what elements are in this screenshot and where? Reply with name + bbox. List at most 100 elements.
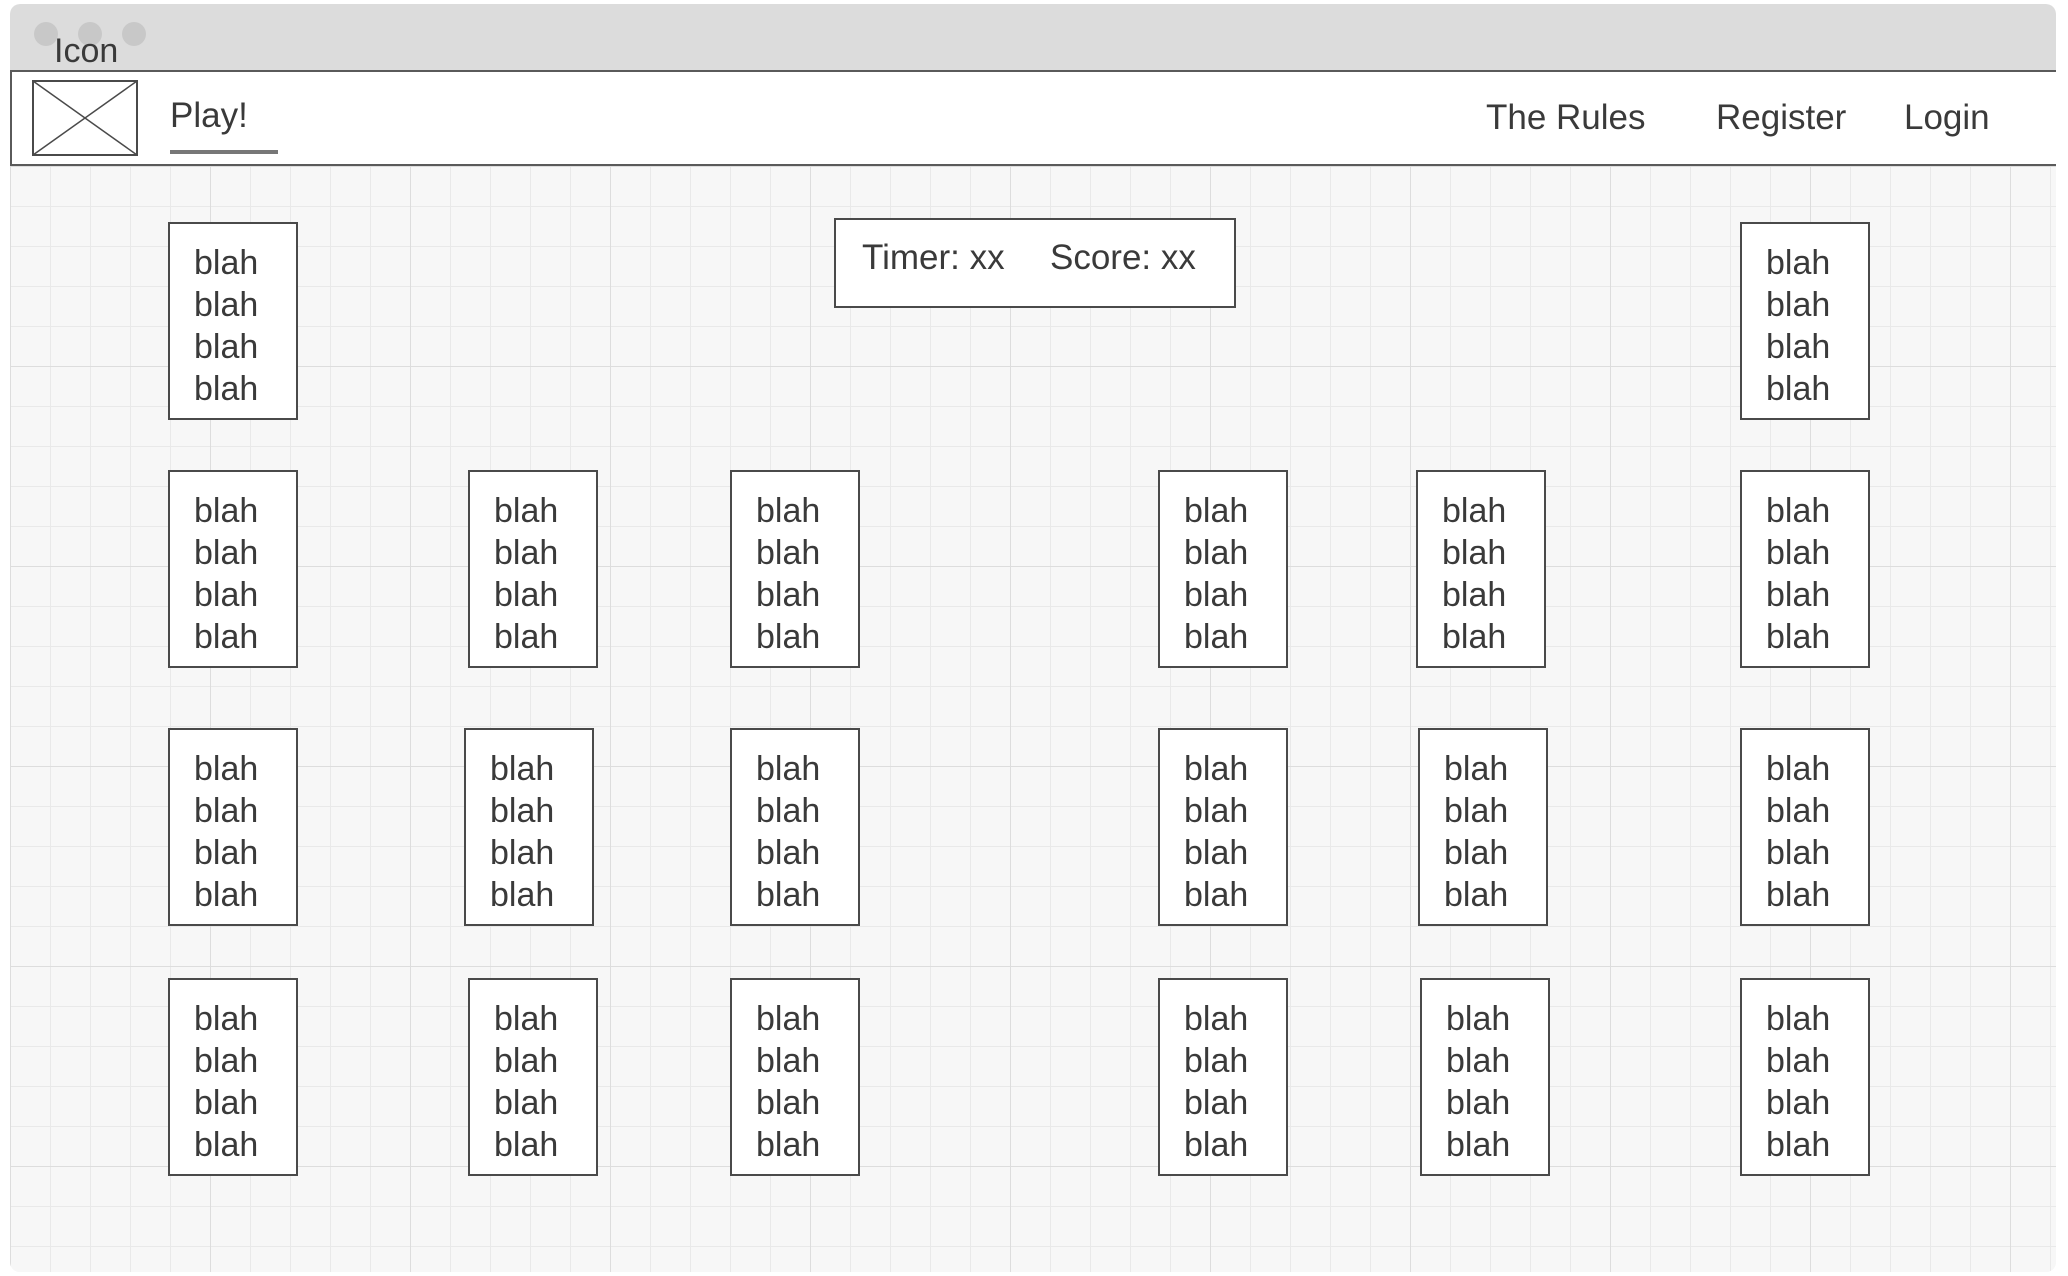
- card-text-line: blah: [1446, 1042, 1511, 1080]
- card-text-line: blah: [1766, 750, 1831, 788]
- nav-rules-link[interactable]: The Rules: [1486, 100, 1646, 135]
- card-text-line: blah: [1184, 792, 1249, 830]
- card-text-line: blah: [194, 492, 259, 530]
- card-text-line: blah: [756, 1084, 821, 1122]
- card-text-line: blah: [1766, 576, 1831, 614]
- card-text-line: blah: [1444, 876, 1509, 914]
- card-text-line: blah: [756, 534, 821, 572]
- card[interactable]: blah blah blah blah: [730, 728, 860, 926]
- card-text-line: blah: [194, 534, 259, 572]
- card-text-line: blah: [1766, 328, 1831, 366]
- card-text-line: blah: [194, 792, 259, 830]
- card-text-line: blah: [756, 876, 821, 914]
- score-readout: Score: xx: [1050, 238, 1196, 277]
- card-text-line: blah: [756, 750, 821, 788]
- card-text-line: blah: [1766, 1000, 1831, 1038]
- card-text-line: blah: [194, 876, 259, 914]
- card-text-line: blah: [1444, 834, 1509, 872]
- card-text-line: blah: [1184, 876, 1249, 914]
- card-text-line: blah: [1184, 750, 1249, 788]
- card[interactable]: blah blah blah blah: [1740, 470, 1870, 668]
- nav-play-link[interactable]: Play!: [170, 98, 248, 133]
- card-text-line: blah: [494, 618, 559, 656]
- card[interactable]: blah blah blah blah: [1418, 728, 1548, 926]
- title-bar: Icon: [10, 4, 2056, 70]
- card-text-line: blah: [194, 1126, 259, 1164]
- card-text-line: blah: [494, 1042, 559, 1080]
- card-text-line: blah: [756, 618, 821, 656]
- card[interactable]: blah blah blah blah: [730, 470, 860, 668]
- card-text-line: blah: [494, 1084, 559, 1122]
- card-text-line: blah: [1766, 286, 1831, 324]
- card-text-line: blah: [194, 750, 259, 788]
- card-text-line: blah: [1766, 370, 1831, 408]
- card-text-line: blah: [1766, 1126, 1831, 1164]
- card[interactable]: blah blah blah blah: [168, 222, 298, 420]
- timer-score-panel: Timer: xx Score: xx: [834, 218, 1236, 308]
- card-text-line: blah: [494, 534, 559, 572]
- card-text-line: blah: [194, 834, 259, 872]
- card[interactable]: blah blah blah blah: [1740, 222, 1870, 420]
- card-text-line: blah: [1442, 576, 1507, 614]
- card[interactable]: blah blah blah blah: [1158, 728, 1288, 926]
- nav-register-link[interactable]: Register: [1716, 100, 1846, 135]
- card-text-line: blah: [1766, 618, 1831, 656]
- card[interactable]: blah blah blah blah: [1158, 978, 1288, 1176]
- card-text-line: blah: [756, 1042, 821, 1080]
- card[interactable]: blah blah blah blah: [468, 978, 598, 1176]
- card-text-line: blah: [194, 1084, 259, 1122]
- card-text-line: blah: [1766, 492, 1831, 530]
- card-text-line: blah: [1444, 792, 1509, 830]
- card-text-line: blah: [1446, 1000, 1511, 1038]
- card-text-line: blah: [1184, 1000, 1249, 1038]
- card-text-line: blah: [1442, 492, 1507, 530]
- card-text-line: blah: [1184, 492, 1249, 530]
- card[interactable]: blah blah blah blah: [1420, 978, 1550, 1176]
- card-text-line: blah: [1446, 1126, 1511, 1164]
- card-text-line: blah: [194, 1042, 259, 1080]
- card-text-line: blah: [194, 1000, 259, 1038]
- top-navbar: Play! The Rules Register Login: [10, 70, 2056, 166]
- card-text-line: blah: [494, 492, 559, 530]
- card[interactable]: blah blah blah blah: [168, 978, 298, 1176]
- image-placeholder-icon[interactable]: [32, 80, 138, 156]
- card-text-line: blah: [194, 618, 259, 656]
- card-text-line: blah: [1766, 834, 1831, 872]
- card-text-line: blah: [1766, 1084, 1831, 1122]
- card-text-line: blah: [1766, 244, 1831, 282]
- card[interactable]: blah blah blah blah: [1416, 470, 1546, 668]
- card-text-line: blah: [756, 576, 821, 614]
- nav-login-link[interactable]: Login: [1904, 100, 1990, 135]
- maximize-window-dot[interactable]: [122, 22, 146, 46]
- card-text-line: blah: [494, 1126, 559, 1164]
- card-text-line: blah: [1184, 1042, 1249, 1080]
- card-text-line: blah: [1184, 1126, 1249, 1164]
- timer-readout: Timer: xx: [862, 238, 1005, 277]
- card-text-line: blah: [1442, 534, 1507, 572]
- card-text-line: blah: [490, 792, 555, 830]
- card-text-line: blah: [1444, 750, 1509, 788]
- card[interactable]: blah blah blah blah: [468, 470, 598, 668]
- card[interactable]: blah blah blah blah: [1740, 978, 1870, 1176]
- card-text-line: blah: [1184, 834, 1249, 872]
- card-text-line: blah: [1766, 1042, 1831, 1080]
- card[interactable]: blah blah blah blah: [730, 978, 860, 1176]
- game-board: Timer: xx Score: xx blah blah blah blah blah…: [10, 166, 2056, 1272]
- card-text-line: blah: [194, 286, 259, 324]
- window-title: Icon: [54, 32, 119, 70]
- card[interactable]: blah blah blah blah: [1158, 470, 1288, 668]
- card[interactable]: blah blah blah blah: [168, 470, 298, 668]
- card[interactable]: blah blah blah blah: [168, 728, 298, 926]
- card[interactable]: blah blah blah blah: [464, 728, 594, 926]
- card-text-line: blah: [194, 244, 259, 282]
- card-text-line: blah: [494, 576, 559, 614]
- active-tab-underline: [170, 150, 278, 154]
- card-text-line: blah: [194, 328, 259, 366]
- card-text-line: blah: [1446, 1084, 1511, 1122]
- card-text-line: blah: [494, 1000, 559, 1038]
- card-text-line: blah: [490, 876, 555, 914]
- card-text-line: blah: [1184, 576, 1249, 614]
- card[interactable]: blah blah blah blah: [1740, 728, 1870, 926]
- card-text-line: blah: [194, 370, 259, 408]
- card-text-line: blah: [194, 576, 259, 614]
